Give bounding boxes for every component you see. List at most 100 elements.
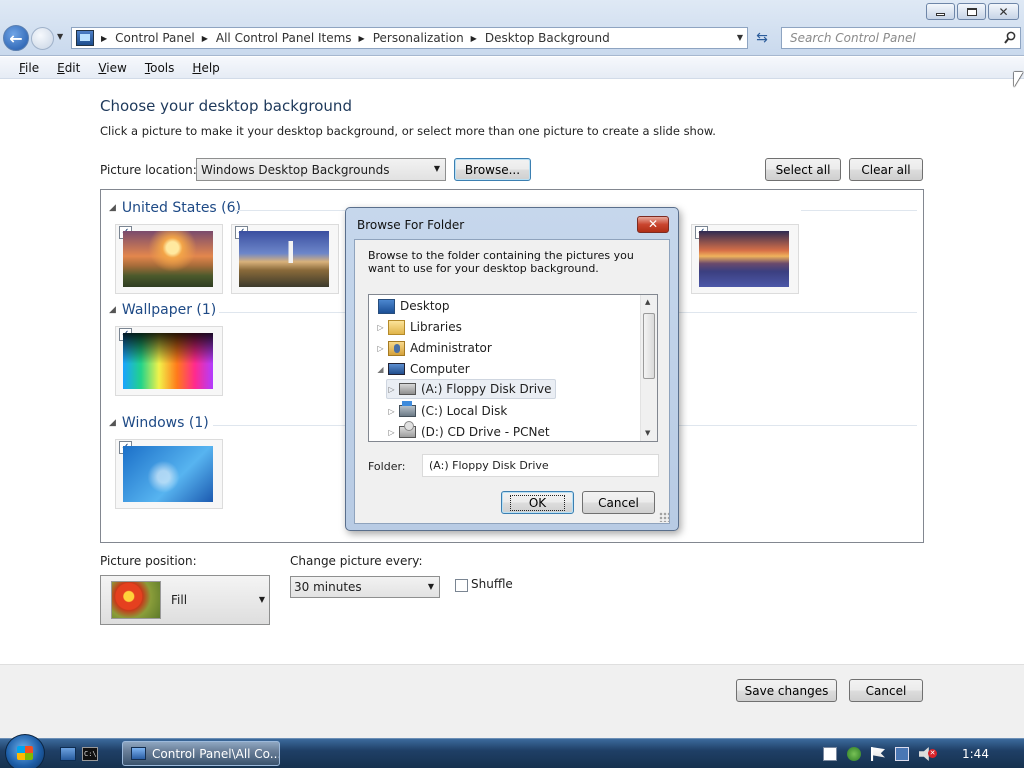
breadcrumb-desktop-background[interactable]: Desktop Background [485,31,610,45]
breadcrumb-chevron-icon[interactable]: ▶ [202,34,208,43]
collapse-triangle-icon[interactable]: ◢ [109,305,116,315]
expand-arrow-icon[interactable]: ▷ [376,323,385,332]
breadcrumb-chevron-icon[interactable]: ▶ [101,34,107,43]
group-header-wallpaper[interactable]: ◢ Wallpaper (1) [109,302,216,318]
picture-position-label: Picture position: [100,554,197,568]
tree-item-cd-drive[interactable]: ▷ (D:) CD Drive - PCNet [387,421,550,441]
chevron-down-icon: ▼ [258,595,265,604]
floppy-drive-icon [399,383,416,395]
security-shield-icon[interactable] [847,747,861,761]
wallpaper-thumbnail[interactable]: ✓ [115,224,223,294]
group-header-windows[interactable]: ◢ Windows (1) [109,415,209,431]
picture-position-select[interactable]: Fill ▼ [100,575,270,625]
collapse-arrow-icon[interactable]: ◢ [376,365,385,374]
lighthouse-coast-image [239,231,329,287]
save-changes-button[interactable]: Save changes [736,679,837,702]
breadcrumb-all-items[interactable]: All Control Panel Items [216,31,352,45]
show-desktop-icon[interactable] [60,747,76,761]
expand-arrow-icon[interactable]: ▷ [387,407,396,416]
wallpaper-thumbnail[interactable]: ✓ [115,439,223,509]
tree-item-label: Computer [410,362,470,376]
browse-for-folder-dialog: Browse For Folder ✕ Browse to the folder… [345,207,679,531]
folder-label: Folder: [368,460,406,473]
rainbow-gradient-image [123,333,213,389]
clear-all-button[interactable]: Clear all [849,158,923,181]
tree-item-desktop[interactable]: Desktop [378,296,450,316]
group-divider [235,210,345,211]
expand-arrow-icon[interactable]: ▷ [387,428,396,437]
lake-sunset-image [699,231,789,287]
breadcrumb-chevron-icon[interactable]: ▶ [471,34,477,43]
dialog-cancel-button[interactable]: Cancel [582,491,655,514]
network-icon[interactable] [895,747,909,761]
picture-location-label: Picture location: [100,163,197,177]
menu-view[interactable]: View [89,61,135,75]
breadcrumb-chevron-icon[interactable]: ▶ [359,34,365,43]
scrollbar-thumb[interactable] [643,313,655,379]
maximize-button[interactable] [957,3,986,20]
group-divider [213,425,345,426]
expand-arrow-icon[interactable]: ▷ [376,344,385,353]
group-divider [679,425,917,426]
change-picture-interval-select[interactable]: 30 minutes ▼ [290,576,440,598]
back-button[interactable]: ← [3,25,29,51]
forward-button[interactable] [31,27,54,50]
browse-button[interactable]: Browse... [454,158,531,181]
computer-icon [388,363,405,375]
menu-tools[interactable]: Tools [136,61,184,75]
recent-pages-dropdown-icon[interactable]: ▼ [57,32,63,41]
start-button[interactable] [5,734,45,768]
tree-item-floppy-drive[interactable]: ▷ (A:) Floppy Disk Drive [386,379,556,399]
clock[interactable]: 1:44 [962,747,989,761]
wallpaper-thumbnail[interactable]: ✓ [115,326,223,396]
select-all-button[interactable]: Select all [765,158,841,181]
dialog-close-button[interactable]: ✕ [637,216,669,233]
refresh-icon: ⇆ [756,30,768,46]
resize-grip-icon[interactable] [659,512,669,522]
search-box[interactable]: Search Control Panel [781,27,1021,49]
action-center-flag-icon[interactable] [871,747,885,761]
collapse-triangle-icon[interactable]: ◢ [109,418,116,428]
breadcrumb-personalization[interactable]: Personalization [373,31,464,45]
search-icon[interactable] [1004,31,1016,45]
shuffle-label[interactable]: Shuffle [471,577,513,591]
sunset-meadow-image [123,231,213,287]
picture-location-select[interactable]: Windows Desktop Backgrounds ▼ [196,158,446,181]
cancel-button[interactable]: Cancel [849,679,923,702]
group-header-united-states[interactable]: ◢ United States (6) [109,200,241,216]
search-input[interactable]: Search Control Panel [790,31,916,45]
close-icon: ✕ [998,4,1009,19]
address-dropdown-icon[interactable]: ▼ [737,33,743,42]
wallpaper-thumbnail[interactable]: ✓ [231,224,339,294]
refresh-button[interactable]: ⇆ [752,29,772,47]
control-panel-icon [131,747,146,760]
taskbar-button-control-panel[interactable]: Control Panel\All Co... [122,741,280,766]
command-prompt-icon[interactable]: C:\ [82,747,98,761]
scroll-down-icon[interactable]: ▼ [645,429,650,437]
menu-edit[interactable]: Edit [48,61,89,75]
address-bar[interactable]: ▶ Control Panel ▶ All Control Panel Item… [71,27,748,49]
minimize-button[interactable] [926,3,955,20]
folder-field[interactable]: (A:) Floppy Disk Drive [422,454,659,477]
tree-scrollbar[interactable]: ▲ ▼ [640,295,657,441]
expand-arrow-icon[interactable]: ▷ [387,385,396,394]
shuffle-checkbox[interactable] [455,579,468,592]
tree-item-administrator[interactable]: ▷ Administrator [376,338,492,358]
folder-tree[interactable]: Desktop ▷ Libraries ▷ Administrator ◢ Co… [368,294,658,442]
wallpaper-thumbnail[interactable]: ✓ [691,224,799,294]
close-icon: ✕ [647,217,659,231]
libraries-icon [388,319,405,335]
tree-item-libraries[interactable]: ▷ Libraries [376,317,462,337]
tree-item-local-disk[interactable]: ▷ (C:) Local Disk [387,401,507,421]
notepad-tray-icon[interactable] [823,747,837,761]
breadcrumb-control-panel[interactable]: Control Panel [115,31,195,45]
page-description: Click a picture to make it your desktop … [100,124,716,138]
menu-help[interactable]: Help [183,61,228,75]
taskbar: C:\ Control Panel\All Co... ✕ 1:44 [0,734,1024,768]
scroll-up-icon[interactable]: ▲ [645,298,650,306]
window-close-button[interactable]: ✕ [988,3,1019,20]
ok-button[interactable]: OK [501,491,574,514]
tree-item-computer[interactable]: ◢ Computer [376,359,470,379]
menu-file[interactable]: File [10,61,48,75]
collapse-triangle-icon[interactable]: ◢ [109,203,116,213]
